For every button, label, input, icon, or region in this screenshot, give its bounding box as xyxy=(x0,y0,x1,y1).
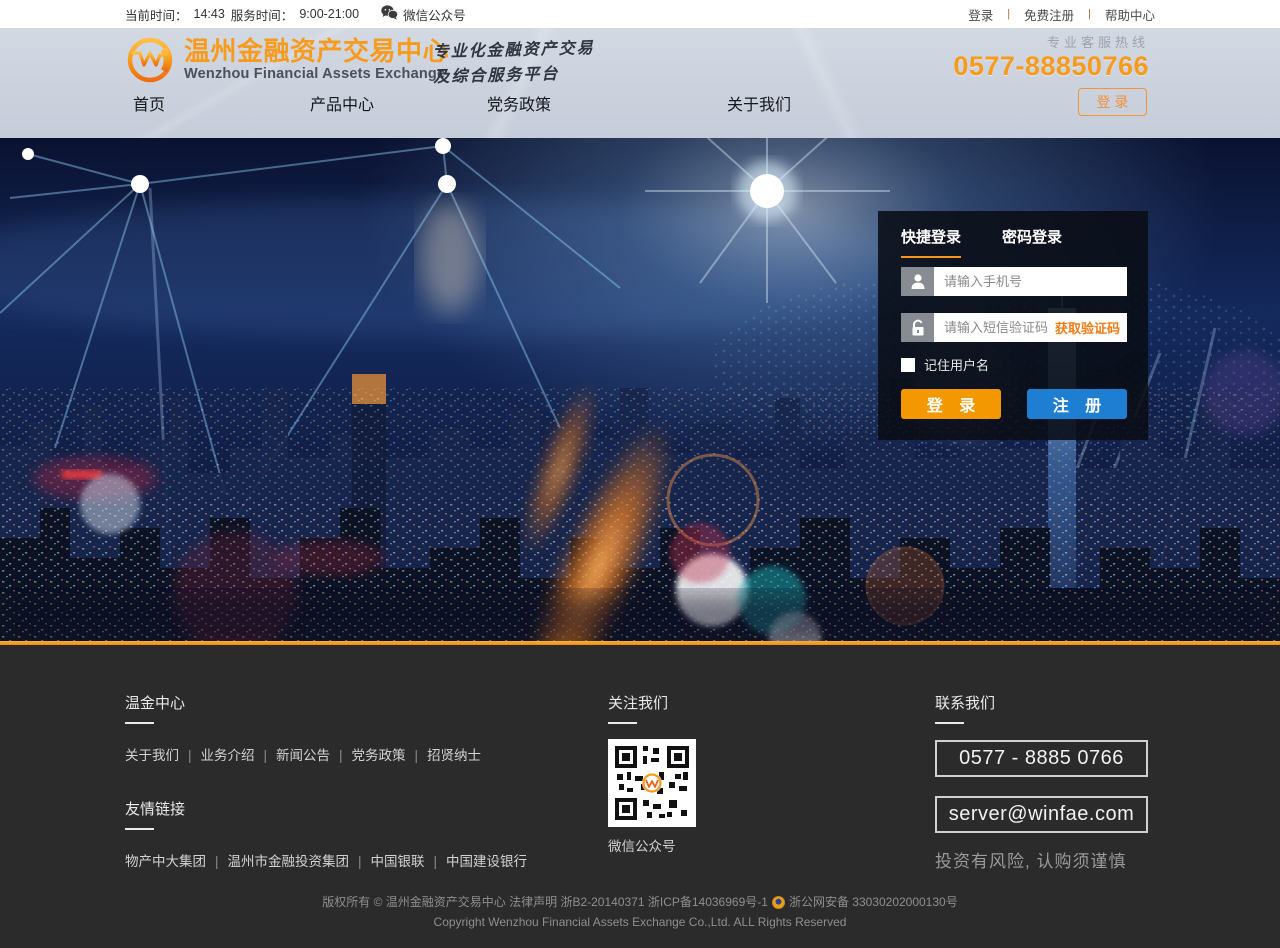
register-button[interactable]: 注 册 xyxy=(1027,389,1127,419)
remember-username[interactable]: 记住用户名 xyxy=(901,355,989,374)
brand-text: 温州金融资产交易中心 Wenzhou Financial Assets Exch… xyxy=(184,38,449,81)
footer-follow-column: 关注我们 xyxy=(608,692,696,855)
topbar-link-help[interactable]: 帮助中心 xyxy=(1105,5,1155,24)
footer-link-news[interactable]: 新闻公告 xyxy=(276,748,330,763)
top-utility-bar: 当前时间： 14:43 服务时间： 9:00-21:00 微信公众号 登录 | 免费… xyxy=(0,0,1280,28)
get-code-button[interactable]: 获取验证码 xyxy=(1055,313,1120,342)
separator: | xyxy=(1007,8,1010,20)
footer-link-business[interactable]: 业务介绍 xyxy=(201,748,255,763)
topbar-link-login[interactable]: 登录 xyxy=(968,5,993,24)
copyright-line-en: Copyright Wenzhou Financial Assets Excha… xyxy=(0,912,1280,932)
friend-links-row: 物产中大集团 | 温州市金融投资集团 | 中国银联 | 中国建设银行 xyxy=(125,850,527,870)
wechat-qr-code xyxy=(608,739,696,827)
footer-follow-title: 关注我们 xyxy=(608,692,696,713)
phone-field-wrap xyxy=(934,267,1127,296)
footer-friends-title: 友情链接 xyxy=(125,798,527,819)
nav-item-home[interactable]: 首页 xyxy=(133,91,165,115)
footer-link-about[interactable]: 关于我们 xyxy=(125,748,179,763)
time-info: 当前时间： 14:43 服务时间： 9:00-21:00 xyxy=(125,5,359,24)
separator: | xyxy=(339,748,343,763)
site-header: 温州金融资产交易中心 Wenzhou Financial Assets Exch… xyxy=(0,28,1280,138)
header-login-button[interactable]: 登 录 xyxy=(1078,88,1147,116)
tab-password-login[interactable]: 密码登录 xyxy=(1002,226,1062,258)
friend-link-unionpay[interactable]: 中国银联 xyxy=(371,854,425,869)
main-nav: 首页 产品中心 党务政策 关于我们 xyxy=(133,91,791,115)
sms-code-input-row: 获取验证码 xyxy=(901,313,1127,342)
footer-contact-title: 联系我们 xyxy=(935,692,1148,713)
phone-input-row xyxy=(901,267,1127,296)
title-underline xyxy=(608,722,637,724)
nav-item-about[interactable]: 关于我们 xyxy=(727,91,791,115)
separator: | xyxy=(358,854,362,869)
login-panel: 快捷登录 密码登录 获取验证码 记住用户名 登 录 注 册 xyxy=(878,211,1148,440)
slogan-line-1: 专业化金融资产交易 xyxy=(432,36,595,65)
logo-wf-icon xyxy=(125,35,175,85)
copyright-text-cn: 版权所有 © 温州金融资产交易中心 法律声明 浙B2-20140371 浙ICP… xyxy=(322,892,768,912)
hotline-label: 专业客服热线 xyxy=(953,32,1149,51)
footer-links-column: 温金中心 关于我们 | 业务介绍 | 新闻公告 | 党务政策 | 招贤纳士 友情链接 物产中大集… xyxy=(125,692,527,870)
security-record-link[interactable]: 浙公网安备 33030202000130号 xyxy=(789,892,958,912)
phone-input[interactable] xyxy=(934,267,1127,296)
login-tabs: 快捷登录 密码登录 xyxy=(901,226,1062,258)
tab-quick-login[interactable]: 快捷登录 xyxy=(901,226,961,258)
friend-link-ccb[interactable]: 中国建设银行 xyxy=(446,854,527,869)
qr-caption: 微信公众号 xyxy=(608,835,696,855)
login-submit-button[interactable]: 登 录 xyxy=(901,389,1001,419)
copyright-line-cn: 版权所有 © 温州金融资产交易中心 法律声明 浙B2-20140371 浙ICP… xyxy=(0,892,1280,912)
separator: | xyxy=(188,748,192,763)
friend-link-wzzd[interactable]: 物产中大集团 xyxy=(125,854,206,869)
wechat-label: 微信公众号 xyxy=(403,5,466,24)
nav-item-party-policy[interactable]: 党务政策 xyxy=(487,91,551,115)
contact-email-box: server@winfae.com xyxy=(935,796,1148,833)
brand-name-en: Wenzhou Financial Assets Exchange xyxy=(184,66,449,82)
sms-code-field-wrap: 获取验证码 xyxy=(934,313,1127,342)
slogan-line-2: 及综合服务平台 xyxy=(433,61,596,90)
user-icon xyxy=(901,267,934,296)
footer-contact-column: 联系我们 0577 - 8885 0766 server@winfae.com … xyxy=(935,692,1148,872)
separator: | xyxy=(434,854,438,869)
brand-slogan: 专业化金融资产交易 及综合服务平台 xyxy=(432,36,595,90)
service-hotline: 专业客服热线 0577-88850766 xyxy=(953,32,1149,82)
current-time-value: 14:43 xyxy=(194,7,225,21)
remember-checkbox[interactable] xyxy=(901,358,915,372)
separator: | xyxy=(264,748,268,763)
wechat-icon xyxy=(381,5,398,23)
brand-logo[interactable]: 温州金融资产交易中心 Wenzhou Financial Assets Exch… xyxy=(125,35,449,85)
hero-banner: 快捷登录 密码登录 获取验证码 记住用户名 登 录 注 册 xyxy=(0,138,1280,641)
hotline-number: 0577-88850766 xyxy=(953,51,1149,82)
lock-icon xyxy=(901,313,934,342)
site-footer: 温金中心 关于我们 | 业务介绍 | 新闻公告 | 党务政策 | 招贤纳士 友情链接 物产中大集… xyxy=(0,645,1280,948)
brand-name-cn: 温州金融资产交易中心 xyxy=(184,38,449,65)
footer-center-title: 温金中心 xyxy=(125,692,527,713)
friend-links-block: 友情链接 物产中大集团 | 温州市金融投资集团 | 中国银联 | 中国建设银行 xyxy=(125,798,527,870)
contact-phone-box: 0577 - 8885 0766 xyxy=(935,740,1148,777)
topbar-link-register[interactable]: 免费注册 xyxy=(1024,5,1074,24)
nav-item-products[interactable]: 产品中心 xyxy=(310,91,374,115)
separator: | xyxy=(1088,8,1091,20)
service-time-value: 9:00-21:00 xyxy=(299,7,359,21)
separator: | xyxy=(415,748,419,763)
remember-label: 记住用户名 xyxy=(924,355,989,374)
footer-link-party[interactable]: 党务政策 xyxy=(352,748,406,763)
risk-notice: 投资有风险, 认购须谨慎 xyxy=(935,847,1148,872)
footer-link-careers[interactable]: 招贤纳士 xyxy=(427,748,481,763)
center-links-row: 关于我们 | 业务介绍 | 新闻公告 | 党务政策 | 招贤纳士 xyxy=(125,744,527,764)
copyright-block: 版权所有 © 温州金融资产交易中心 法律声明 浙B2-20140371 浙ICP… xyxy=(0,892,1280,933)
topbar-links: 登录 | 免费注册 | 帮助中心 xyxy=(968,5,1155,24)
police-badge-icon xyxy=(772,896,785,909)
title-underline xyxy=(125,722,154,724)
separator: | xyxy=(215,854,219,869)
title-underline xyxy=(935,722,964,724)
service-time-label: 服务时间： xyxy=(231,5,294,24)
friend-link-wzjr[interactable]: 温州市金融投资集团 xyxy=(228,854,350,869)
title-underline xyxy=(125,828,154,830)
current-time-label: 当前时间： xyxy=(125,5,188,24)
wechat-public-account[interactable]: 微信公众号 xyxy=(381,5,466,24)
